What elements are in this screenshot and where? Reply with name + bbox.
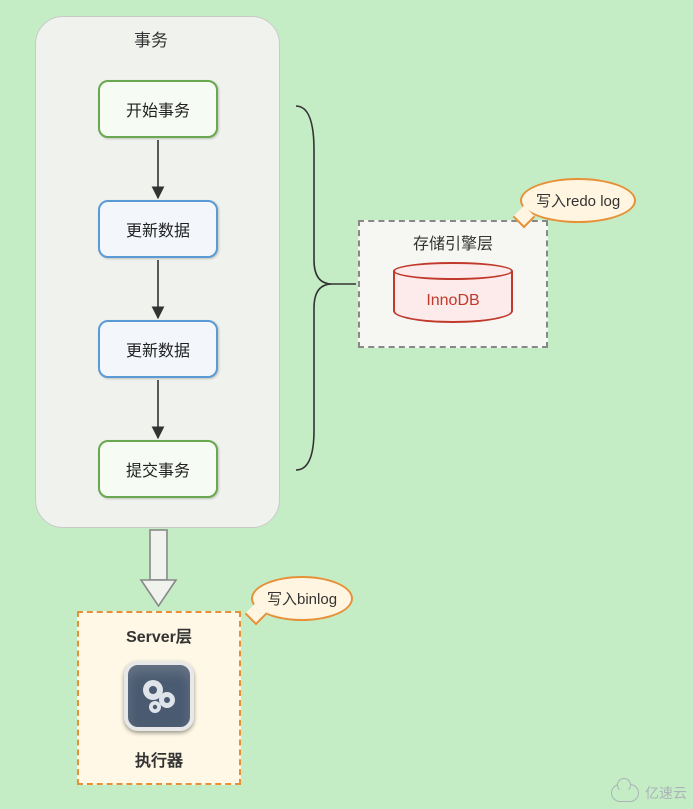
step-begin-tx: 开始事务 [98, 80, 218, 138]
storage-engine-box: 存储引擎层 InnoDB [358, 220, 548, 348]
server-title: Server层 [126, 629, 192, 646]
gear-icon [124, 661, 194, 731]
binlog-bubble: 写入binlog [251, 576, 353, 621]
server-layer-box: Server层 执行器 [77, 611, 241, 785]
server-component-label: 执行器 [79, 747, 239, 771]
innodb-cylinder-icon: InnoDB [393, 262, 513, 332]
step-label: 开始事务 [126, 97, 190, 121]
step-commit-tx: 提交事务 [98, 440, 218, 498]
step-label: 更新数据 [126, 337, 190, 361]
step-update-2: 更新数据 [98, 320, 218, 378]
step-label: 更新数据 [126, 217, 190, 241]
storage-engine-label: InnoDB [393, 292, 513, 310]
cloud-icon [611, 784, 639, 802]
watermark: 亿速云 [611, 783, 687, 803]
step-update-1: 更新数据 [98, 200, 218, 258]
step-label: 提交事务 [126, 457, 190, 481]
transaction-title: 事务 [134, 26, 168, 51]
redo-log-bubble: 写入redo log [520, 178, 636, 223]
bubble-text: 写入binlog [267, 591, 337, 608]
watermark-text: 亿速云 [645, 783, 687, 803]
storage-title: 存储引擎层 [413, 236, 493, 253]
bubble-text: 写入redo log [536, 193, 620, 210]
